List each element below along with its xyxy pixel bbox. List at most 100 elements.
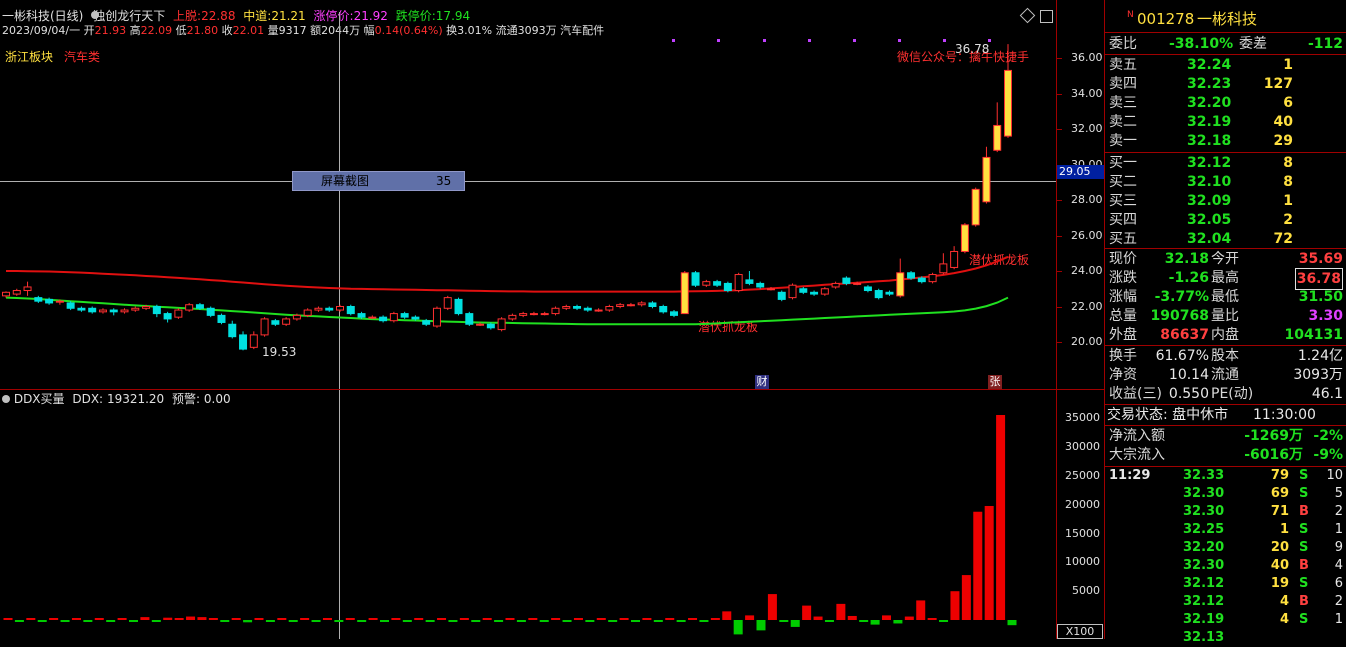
tick-row: 32.13 <box>1105 629 1346 647</box>
ddx-bar-down <box>824 620 834 622</box>
signal-marker <box>943 39 946 42</box>
price-tick-label: 28.00 <box>1071 193 1103 206</box>
stat-value: -3.77% <box>1154 289 1209 305</box>
bid-price: 32.05 <box>1187 212 1232 228</box>
ask-row[interactable]: 卖三 32.20 6 <box>1105 93 1346 113</box>
fund-label: 股本 <box>1211 348 1239 364</box>
tick-count: 4 <box>1334 558 1343 573</box>
candle-body <box>519 313 528 316</box>
candle-body <box>346 306 355 315</box>
trade-status: 交易状态: 盘中休市 <box>1107 407 1229 423</box>
ddx-bar-up <box>71 618 81 620</box>
fund-label: 流通 <box>1211 367 1239 383</box>
signal-marker <box>763 39 766 42</box>
tick-volume: 4 <box>1279 612 1289 627</box>
candle-body <box>820 288 829 295</box>
ask-row[interactable]: 卖四 32.23 127 <box>1105 74 1346 94</box>
tick-side: S <box>1299 576 1309 591</box>
candle-body <box>185 304 194 311</box>
kline-chart-area[interactable]: 一彬科技(日线) 独创龙行天下 上脱:22.88 中道:21.21 涨停价:21… <box>0 0 1056 639</box>
tick-count: 2 <box>1334 504 1343 519</box>
ask-row[interactable]: 卖一 32.18 29 <box>1105 131 1346 151</box>
candle-body <box>885 291 894 295</box>
bid-price: 32.04 <box>1187 231 1232 247</box>
candle-body <box>163 313 172 320</box>
ask-volume: 127 <box>1263 76 1293 92</box>
tick-volume: 79 <box>1270 468 1289 483</box>
stat-row: 涨跌 -1.26 最高 36.78 <box>1105 268 1346 290</box>
candle-body <box>551 307 560 315</box>
ddx-bar-up <box>459 618 469 620</box>
ddx-bar-down <box>699 620 709 622</box>
tick-count: 6 <box>1334 576 1343 591</box>
code-tag: N <box>1127 10 1134 20</box>
candle-body <box>583 307 592 311</box>
ddx-bar-up <box>94 618 104 620</box>
tick-count: 2 <box>1334 594 1343 609</box>
fund-value: 1.24亿 <box>1297 348 1343 364</box>
ask-row[interactable]: 卖五 32.24 1 <box>1105 55 1346 75</box>
bid-label: 买二 <box>1109 174 1137 190</box>
ddx-bar-up <box>174 618 184 620</box>
bid-row[interactable]: 买三 32.09 1 <box>1105 191 1346 211</box>
tick-price: 32.30 <box>1183 486 1225 501</box>
candle-body <box>239 334 248 350</box>
candle-body <box>389 313 398 322</box>
block-pct: -9% <box>1313 447 1343 463</box>
ddx-bar-up <box>231 618 241 620</box>
ddx-tick-label: 20000 <box>1065 497 1100 511</box>
tick-volume: 1 <box>1279 522 1289 537</box>
ask-label: 卖一 <box>1109 133 1137 149</box>
ddx-tick-label: 10000 <box>1065 555 1100 569</box>
candle-body <box>400 313 409 318</box>
bid-volume: 8 <box>1283 174 1293 190</box>
ddx-bar-down <box>585 620 595 622</box>
ddx-bar-up <box>26 618 36 620</box>
ddx-chart-svg[interactable] <box>0 390 1056 639</box>
candle-body <box>529 313 538 316</box>
tick-side: B <box>1299 558 1309 573</box>
ddx-bar-up <box>3 618 13 620</box>
signal-marker <box>717 39 720 42</box>
candle-body <box>152 306 161 315</box>
bid-row[interactable]: 买二 32.10 8 <box>1105 172 1346 192</box>
ddx-bar-up <box>197 617 207 620</box>
candle-body <box>357 313 366 318</box>
ddx-bar-down <box>425 620 435 622</box>
bid-volume: 8 <box>1283 155 1293 171</box>
ddx-bar-up <box>391 618 401 620</box>
tick-side: S <box>1299 612 1309 627</box>
fund-label: 收益(三) <box>1109 386 1162 402</box>
candle-body <box>939 263 948 274</box>
ddx-bar-up <box>186 616 196 620</box>
candle-body <box>766 288 775 291</box>
candle-body <box>66 302 75 309</box>
bid-row[interactable]: 买一 32.12 8 <box>1105 153 1346 173</box>
bid-row[interactable]: 买五 32.04 72 <box>1105 229 1346 249</box>
fund-label: 净资 <box>1109 367 1137 383</box>
ddx-bar-up <box>642 618 652 620</box>
ddx-bar-down <box>1007 620 1017 626</box>
ddx-bar-down <box>494 620 504 622</box>
ask-price: 32.23 <box>1187 76 1232 92</box>
price-chart-svg[interactable] <box>0 0 1056 390</box>
candle-body <box>23 286 32 292</box>
tick-count: 1 <box>1334 522 1343 537</box>
ddx-bar-down <box>653 620 663 622</box>
candle-body <box>896 272 905 297</box>
netflow-pct: -2% <box>1313 428 1343 444</box>
candle-body <box>497 318 506 331</box>
fund-row: 换手 61.67% 股本 1.24亿 <box>1105 346 1346 366</box>
bid-row[interactable]: 买四 32.05 2 <box>1105 210 1346 230</box>
ask-row[interactable]: 卖二 32.19 40 <box>1105 112 1346 132</box>
tick-price: 32.13 <box>1183 630 1225 645</box>
tick-count: 10 <box>1326 468 1343 483</box>
price-tick-mark <box>1057 129 1062 130</box>
price-tick-mark <box>1057 93 1062 95</box>
ddx-scale-button[interactable]: X100 <box>1057 624 1103 639</box>
ddx-bar-up <box>916 600 926 620</box>
candle-body <box>77 307 86 311</box>
candle-body <box>842 277 851 284</box>
candle-body <box>788 284 797 299</box>
tick-row: 32.12 4 B 2 <box>1105 593 1346 611</box>
